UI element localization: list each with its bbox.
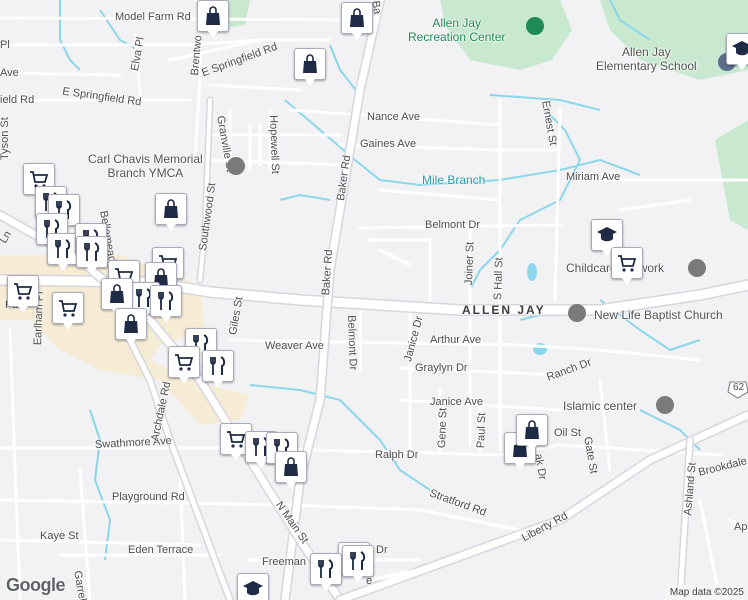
shopping-bag-marker[interactable] xyxy=(341,2,373,40)
shopping-cart-marker[interactable] xyxy=(168,346,200,384)
road-label-playground: Playground Rd xyxy=(112,491,185,503)
shopping-bag-marker[interactable] xyxy=(275,451,307,489)
park-icon[interactable] xyxy=(526,17,544,35)
road-label-e: e xyxy=(366,575,373,587)
road-label-ralph: Ralph Dr xyxy=(375,449,419,461)
shopping-cart-marker[interactable] xyxy=(7,275,39,313)
road-label-joiner: Joiner St xyxy=(463,241,477,286)
shopping-bag-marker[interactable] xyxy=(197,0,229,38)
restaurant-marker[interactable] xyxy=(150,285,182,323)
map-attribution: Map data ©2025 xyxy=(665,585,748,600)
graduation-cap-marker[interactable] xyxy=(237,573,269,600)
road-label-graylyn: Graylyn Dr xyxy=(415,362,468,374)
shopping-bag-marker[interactable] xyxy=(294,48,326,86)
road-label-dr: Dr xyxy=(376,544,388,556)
poi-label-carl-chavis[interactable]: Carl Chavis Memorial Branch YMCA xyxy=(88,152,203,180)
restaurant-marker[interactable] xyxy=(310,553,342,591)
road-label-ap: Ap xyxy=(734,521,748,533)
restaurant-marker[interactable] xyxy=(342,545,374,583)
shopping-bag-marker[interactable] xyxy=(516,414,548,452)
road-label-belmont-1: Belmont Dr xyxy=(425,219,481,231)
road-label-gene: Gene St xyxy=(436,407,450,449)
road-label-paul: Paul St xyxy=(475,412,489,449)
restaurant-marker[interactable] xyxy=(76,236,108,274)
waterway-label-mile-branch: Mile Branch xyxy=(422,173,486,187)
road-label-oil: Oil St xyxy=(554,427,581,439)
road-label-weaver: Weaver Ave xyxy=(265,340,324,352)
road-label-ave: Ave xyxy=(0,67,19,79)
shopping-bag-marker[interactable] xyxy=(115,308,147,346)
shopping-bag-marker[interactable] xyxy=(155,193,187,231)
road-label-belmont-2: Belmont Dr xyxy=(345,314,359,371)
map-canvas[interactable]: Model Farm Rd Pl Ave ield Rd E Springfie… xyxy=(0,0,748,600)
poi-label-new-life[interactable]: New Life Baptist Church xyxy=(594,308,723,322)
road-label-arthur: Arthur Ave xyxy=(430,334,482,346)
poi-label-allen-jay-rec[interactable]: Allen Jay Recreation Center xyxy=(408,16,505,44)
road-label-hopewell: Hopewell St xyxy=(267,114,282,175)
road-label-freeman: Freeman xyxy=(262,556,307,568)
road-label-model-farm: Model Farm Rd xyxy=(115,11,191,23)
road-label-springfield-w: ield Rd xyxy=(0,94,35,106)
road-label-nance: Nance Ave xyxy=(367,111,421,123)
ymca-icon[interactable] xyxy=(227,157,245,175)
mosque-icon[interactable] xyxy=(656,396,674,414)
church-icon[interactable] xyxy=(568,304,586,322)
road-label-eden: Eden Terrace xyxy=(128,544,194,556)
google-logo: Google xyxy=(6,575,66,595)
road-label-tyson: Tyson St xyxy=(0,117,11,160)
road-label-kaye: Kaye St xyxy=(40,530,79,542)
road-label-janice-ave: Janice Ave xyxy=(430,396,484,408)
poi-label-islamic[interactable]: Islamic center xyxy=(563,399,637,413)
shopping-cart-marker[interactable] xyxy=(52,292,84,330)
road-label-allen-jay: ALLEN JAY xyxy=(462,303,546,317)
restaurant-marker[interactable] xyxy=(202,350,234,388)
route-shield-62: 62 xyxy=(733,382,745,393)
graduation-cap-marker[interactable] xyxy=(726,33,748,71)
road-label-s-hall: S Hall St xyxy=(492,257,506,301)
shopping-bag-marker[interactable] xyxy=(101,278,133,316)
shopping-cart-marker[interactable] xyxy=(611,247,643,285)
poi-label-allen-jay-elem[interactable]: Allen Jay Elementary School xyxy=(596,45,697,73)
road-label-gaines: Gaines Ave xyxy=(360,138,417,150)
road-label-miriam: Miriam Ave xyxy=(566,171,621,183)
road-label-pl: Pl xyxy=(0,39,10,51)
childcare-icon[interactable] xyxy=(688,259,706,277)
